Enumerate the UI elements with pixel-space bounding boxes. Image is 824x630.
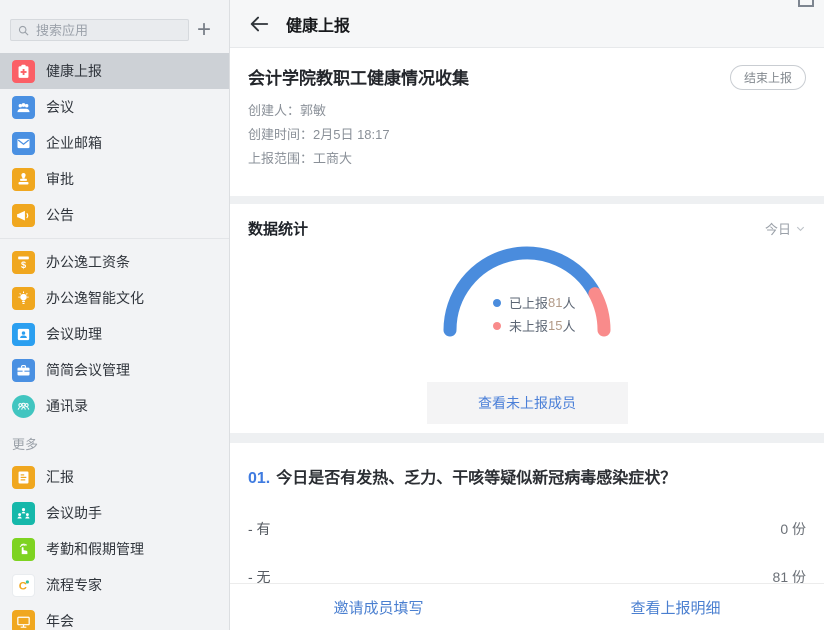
survey-title: 会计学院教职工健康情况收集 [248, 64, 469, 89]
contacts-icon [12, 395, 35, 418]
add-app-button[interactable]: + [189, 19, 219, 41]
view-unreported-button[interactable]: 查看未上报成员 [427, 382, 628, 424]
sidebar-item-approval[interactable]: 审批 [0, 161, 229, 197]
meeting-helper-icon [12, 502, 35, 525]
survey-created-time: 创建时间：2月5日 18:17 [248, 123, 806, 147]
sidebar-item-label: 简简会议管理 [46, 360, 130, 380]
question-number: 01. [248, 470, 270, 487]
gauge-legend: 已上报81人 未上报15人 [493, 291, 576, 337]
stats-title: 数据统计 [248, 218, 308, 239]
sidebar-item-meeting-assistant[interactable]: 会议助理 [0, 316, 229, 352]
sidebar-item-label: 企业邮箱 [46, 133, 102, 153]
search-box[interactable] [10, 19, 189, 41]
legend-item-reported: 已上报81人 [493, 291, 576, 314]
stats-card: 数据统计 今日 已上报81人 [230, 204, 824, 433]
meeting-manage-icon [12, 359, 35, 382]
sidebar-item-attendance[interactable]: 考勤和假期管理 [0, 531, 229, 567]
main-content: 会计学院教职工健康情况收集 结束上报 创建人：郭敏 创建时间：2月5日 18:1… [230, 48, 824, 630]
legend-value: 15 [548, 318, 562, 333]
sidebar-item-label: 流程专家 [46, 575, 102, 595]
sidebar-item-label: 汇报 [46, 467, 74, 487]
gauge-arc-unreported [595, 294, 604, 330]
sidebar-item-label: 通讯录 [46, 396, 88, 416]
sidebar-item-label: 办公逸智能文化 [46, 288, 144, 308]
sidebar-item-salary[interactable]: $ 办公逸工资条 [0, 244, 229, 280]
sidebar-item-label: 会议助理 [46, 324, 102, 344]
search-input[interactable] [36, 23, 182, 38]
process-expert-icon: C [12, 574, 35, 597]
sidebar-item-label: 审批 [46, 169, 74, 189]
annual-meeting-icon [12, 610, 35, 630]
sidebar-search-row: + [0, 0, 229, 53]
back-arrow-icon [248, 13, 270, 35]
question-text: 今日是否有发热、乏力、干咳等疑似新冠病毒感染症状？ [276, 470, 676, 487]
sidebar-item-report[interactable]: 汇报 [0, 459, 229, 495]
salary-icon: $ [12, 251, 35, 274]
sidebar-item-label: 健康上报 [46, 61, 102, 81]
svg-text:$: $ [21, 259, 26, 269]
end-report-button[interactable]: 结束上报 [730, 65, 806, 90]
app-window: + 健康上报 会议 企业邮箱 审批 [0, 0, 824, 630]
sidebar-item-label: 考勤和假期管理 [46, 539, 144, 559]
announcement-icon [12, 204, 35, 227]
sidebar-item-label: 会议助手 [46, 503, 102, 523]
invite-members-link[interactable]: 邀请成员填写 [333, 600, 423, 617]
sidebar-item-announcement[interactable]: 公告 [0, 197, 229, 233]
sidebar-divider [0, 238, 229, 239]
attendance-icon [12, 538, 35, 561]
meeting-assistant-icon [12, 323, 35, 346]
sidebar-item-meeting[interactable]: 会议 [0, 89, 229, 125]
view-report-detail-link[interactable]: 查看上报明细 [630, 600, 720, 617]
search-icon [17, 24, 30, 37]
main-panel: 健康上报 会计学院教职工健康情况收集 结束上报 创建人：郭敏 创建时间：2月5日… [230, 0, 824, 630]
sidebar-item-meeting-helper[interactable]: 会议助手 [0, 495, 229, 531]
sidebar-item-culture[interactable]: 办公逸智能文化 [0, 280, 229, 316]
option-label: - 有 [248, 519, 271, 539]
window-control-icon[interactable] [798, 0, 814, 7]
footer-action-bar: 邀请成员填写 查看上报明细 [230, 583, 824, 630]
report-icon [12, 466, 35, 489]
sidebar-item-process-expert[interactable]: C 流程专家 [0, 567, 229, 603]
svg-text:C: C [19, 580, 27, 592]
page-title: 健康上报 [286, 12, 350, 36]
sidebar-item-health-report[interactable]: 健康上报 [0, 53, 229, 89]
main-topbar: 健康上报 [230, 0, 824, 48]
sidebar-item-annual-meeting[interactable]: 年会 [0, 603, 229, 630]
date-range-value: 今日 [765, 219, 791, 238]
gauge-chart: 已上报81人 未上报15人 [248, 240, 806, 360]
legend-label: 已上报 [509, 293, 548, 312]
legend-dot-reported [493, 299, 501, 307]
mail-icon [12, 132, 35, 155]
legend-value: 81 [548, 295, 562, 310]
legend-label: 未上报 [509, 316, 548, 335]
option-row-yes: - 有 0 份 [248, 519, 806, 539]
legend-unit: 人 [562, 316, 575, 335]
health-report-icon [12, 60, 35, 83]
legend-dot-unreported [493, 322, 501, 330]
sidebar-item-label: 办公逸工资条 [46, 252, 130, 272]
sidebar-item-label: 公告 [46, 205, 74, 225]
survey-scope: 上报范围：工商大 [248, 147, 806, 171]
approval-icon [12, 168, 35, 191]
legend-unit: 人 [562, 293, 575, 312]
survey-info-card: 会计学院教职工健康情况收集 结束上报 创建人：郭敏 创建时间：2月5日 18:1… [230, 48, 824, 196]
legend-item-unreported: 未上报15人 [493, 314, 576, 337]
sidebar-item-label: 年会 [46, 611, 74, 630]
sidebar-more-label: 更多 [0, 424, 229, 459]
option-count: 0 份 [780, 519, 806, 539]
sidebar-item-label: 会议 [46, 97, 74, 117]
survey-creator: 创建人：郭敏 [248, 99, 806, 123]
sidebar-item-contacts[interactable]: 通讯录 [0, 388, 229, 424]
date-range-filter[interactable]: 今日 [765, 219, 806, 238]
sidebar-item-mail[interactable]: 企业邮箱 [0, 125, 229, 161]
chevron-down-icon [795, 223, 806, 234]
back-button[interactable] [246, 11, 272, 37]
culture-icon [12, 287, 35, 310]
app-sidebar: + 健康上报 会议 企业邮箱 审批 [0, 0, 230, 630]
meeting-icon [12, 96, 35, 119]
sidebar-item-meeting-manage[interactable]: 简简会议管理 [0, 352, 229, 388]
